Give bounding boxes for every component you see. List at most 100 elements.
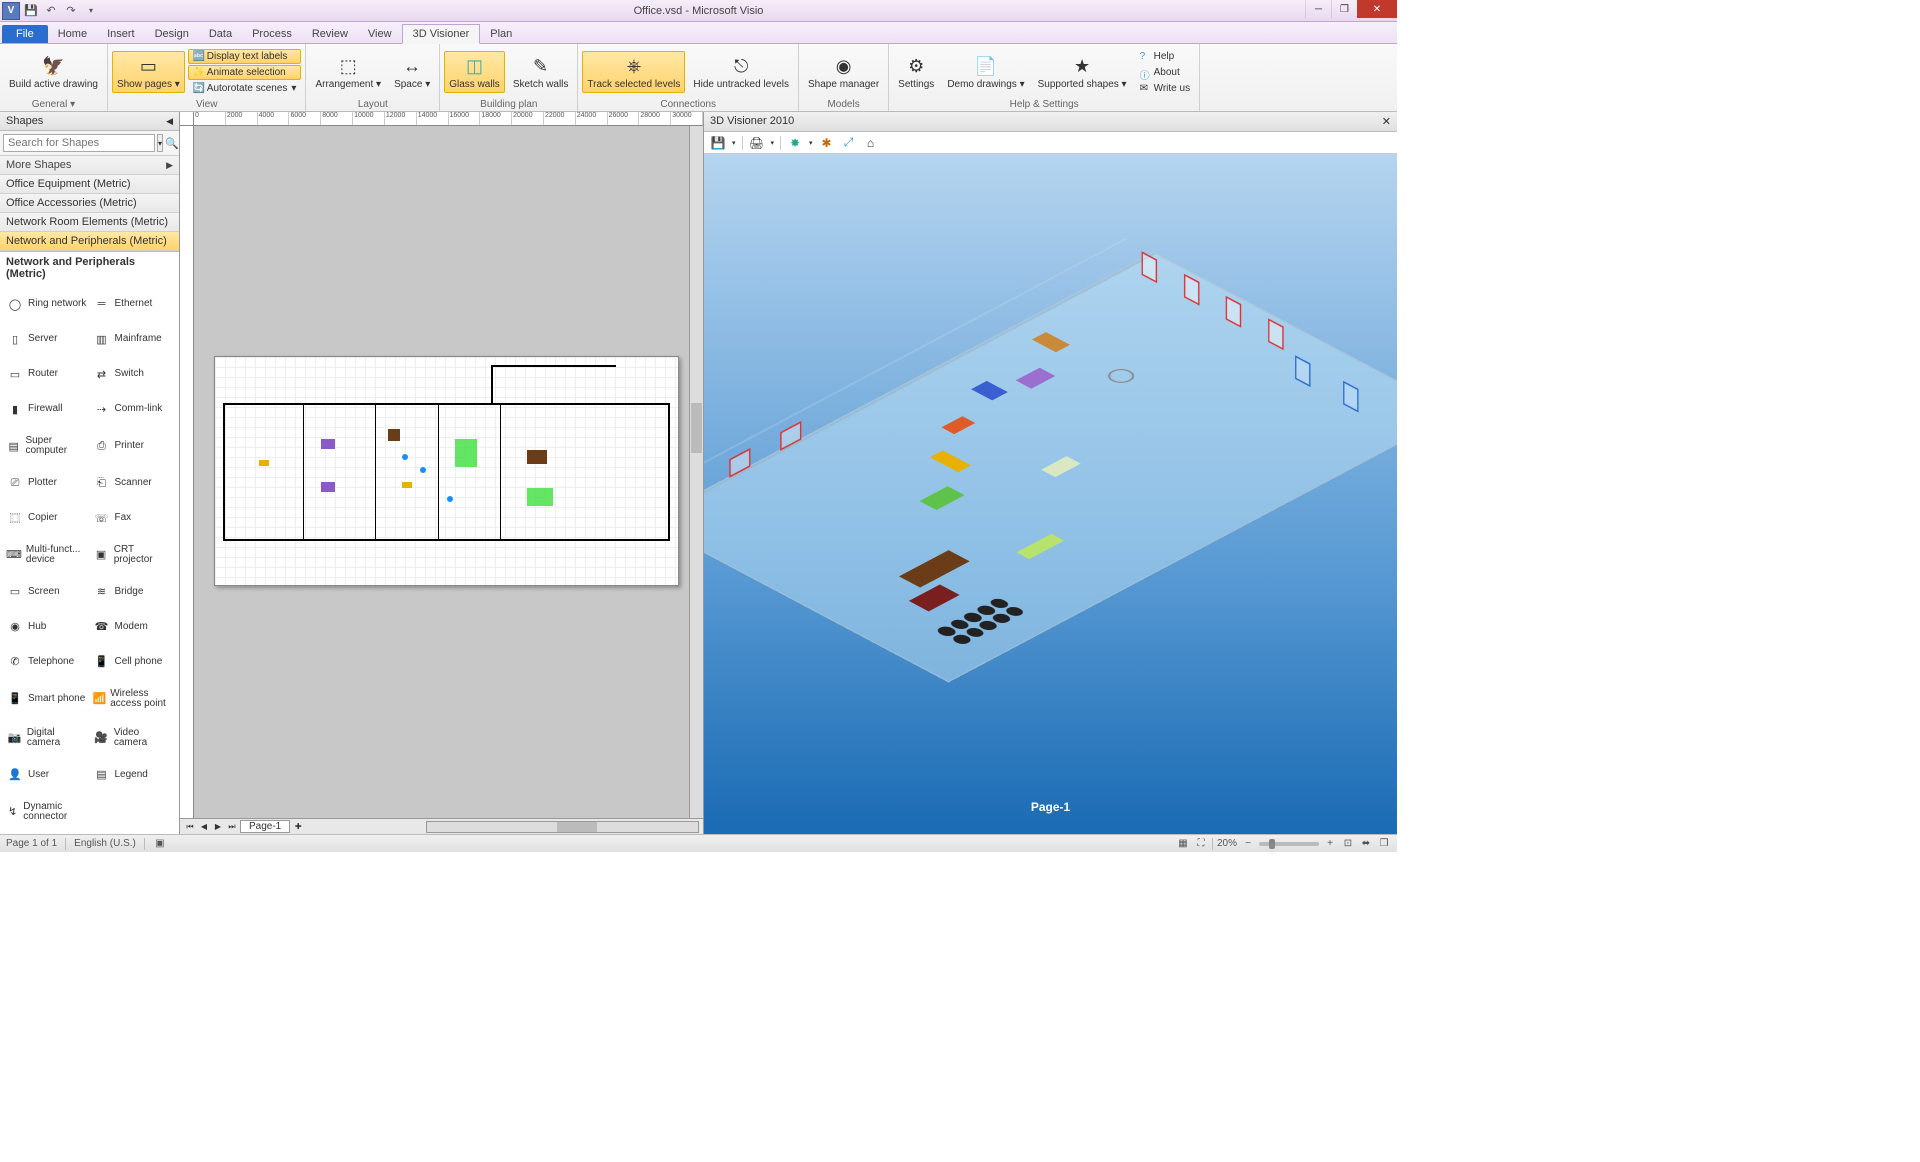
shape-plt[interactable]: ⎚Plotter xyxy=(4,467,89,500)
stencil-network-room[interactable]: Network Room Elements (Metric) xyxy=(0,213,179,232)
display-text-labels-button[interactable]: 🔤Display text labels xyxy=(188,49,302,64)
shape-fw[interactable]: ▮Firewall xyxy=(4,393,89,426)
sketch-walls-button[interactable]: ✎Sketch walls xyxy=(508,51,574,93)
shape-crt[interactable]: ▣CRT projector xyxy=(91,537,176,574)
tab-design[interactable]: Design xyxy=(145,25,199,43)
shape-rtr[interactable]: ▭Router xyxy=(4,358,89,391)
shape-mfd[interactable]: ⌨Multi-funct... device xyxy=(4,537,89,574)
horizontal-scrollbar[interactable] xyxy=(426,821,699,833)
shape-manager-button[interactable]: ◉Shape manager xyxy=(803,51,884,93)
stencil-network-peripherals[interactable]: Network and Peripherals (Metric) xyxy=(0,232,179,251)
shape-mdm[interactable]: ☎Modem xyxy=(91,610,176,643)
search-go-icon[interactable]: 🔍 xyxy=(165,134,179,152)
shape-sp[interactable]: 📱Smart phone xyxy=(4,680,89,717)
qat-dropdown-icon[interactable]: ▾ xyxy=(82,2,100,20)
animate-selection-button[interactable]: ✨Animate selection xyxy=(188,65,302,80)
save-icon[interactable]: 💾 xyxy=(22,2,40,20)
minimize-button[interactable]: ─ xyxy=(1305,0,1331,18)
space-button[interactable]: ↔Space ▾ xyxy=(389,51,435,93)
visio-app-icon[interactable]: V xyxy=(2,2,20,20)
drawing-page[interactable] xyxy=(214,356,679,586)
track-selected-levels-button[interactable]: ⎈Track selected levels xyxy=(582,51,685,93)
3d-viewport[interactable]: Page-1 xyxy=(704,154,1397,834)
page-tab-1[interactable]: Page-1 xyxy=(240,820,290,833)
shape-fx[interactable]: ☏Fax xyxy=(91,502,176,535)
next-page-icon[interactable]: ▶ xyxy=(212,821,224,833)
demo-drawings-button[interactable]: 📄Demo drawings ▾ xyxy=(942,51,1029,93)
file-tab[interactable]: File xyxy=(2,25,48,43)
fit-page-icon[interactable]: ⊡ xyxy=(1341,837,1355,851)
prev-page-icon[interactable]: ◀ xyxy=(198,821,210,833)
tab-3d-visioner[interactable]: 3D Visioner xyxy=(402,24,481,44)
search-dropdown-icon[interactable]: ▾ xyxy=(157,134,163,152)
shape-eth[interactable]: ═Ethernet xyxy=(91,288,176,321)
about-button[interactable]: ⓘAbout xyxy=(1135,65,1196,80)
hide-untracked-levels-button[interactable]: ⎋Hide untracked levels xyxy=(688,51,794,93)
tab-data[interactable]: Data xyxy=(199,25,242,43)
tab-home[interactable]: Home xyxy=(48,25,97,43)
shapes-search-input[interactable] xyxy=(3,134,155,152)
tab-view[interactable]: View xyxy=(358,25,402,43)
shape-usr[interactable]: 👤User xyxy=(4,758,89,791)
redo-icon[interactable]: ↷ xyxy=(62,2,80,20)
show-pages-button[interactable]: ▭ Show pages ▾ xyxy=(112,51,185,93)
write-us-button[interactable]: ✉Write us xyxy=(1135,81,1196,96)
close-button[interactable]: ✕ xyxy=(1357,0,1397,18)
undo-icon[interactable]: ↶ xyxy=(42,2,60,20)
shape-cell[interactable]: 📱Cell phone xyxy=(91,645,176,678)
collapse-pane-icon[interactable]: ◀ xyxy=(166,116,173,127)
shape-cp[interactable]: ⿴Copier xyxy=(4,502,89,535)
shape-wap[interactable]: 📶Wireless access point xyxy=(91,680,176,717)
shape-prt[interactable]: ⎙Printer xyxy=(91,428,176,465)
shape-sc[interactable]: ▤Super computer xyxy=(4,428,89,465)
shape-scr[interactable]: ▭Screen xyxy=(4,575,89,608)
supported-shapes-button[interactable]: ★Supported shapes ▾ xyxy=(1033,51,1132,93)
tab-plan[interactable]: Plan xyxy=(480,25,522,43)
shape-dc[interactable]: 📷Digital camera xyxy=(4,719,89,756)
shape-sw[interactable]: ⇄Switch xyxy=(91,358,176,391)
zoom-in-icon[interactable]: + xyxy=(1323,837,1337,851)
shape-srv[interactable]: ▯Server xyxy=(4,323,89,356)
autorotate-scenes-button[interactable]: 🔄Autorotate scenes ▾ xyxy=(188,81,302,96)
restore-button[interactable]: ❐ xyxy=(1331,0,1357,18)
viewer-center-icon[interactable]: ✸ xyxy=(787,135,803,151)
shape-br[interactable]: ≋Bridge xyxy=(91,575,176,608)
first-page-icon[interactable]: ⏮ xyxy=(184,821,196,833)
viewer-fit-icon[interactable]: ⤢ xyxy=(841,135,857,151)
switch-window-icon[interactable]: ❐ xyxy=(1377,837,1391,851)
viewer-print-icon[interactable]: 🖨 xyxy=(749,135,765,151)
zoom-level[interactable]: 20% xyxy=(1217,838,1237,849)
tab-review[interactable]: Review xyxy=(302,25,358,43)
presentation-mode-icon[interactable]: ▦ xyxy=(1176,837,1190,851)
add-page-icon[interactable]: ✚ xyxy=(292,821,304,833)
viewer-close-icon[interactable]: ✕ xyxy=(1382,115,1391,128)
zoom-slider[interactable] xyxy=(1259,842,1319,846)
viewer-save-icon[interactable]: 💾 xyxy=(710,135,726,151)
stencil-office-equipment[interactable]: Office Equipment (Metric) xyxy=(0,175,179,194)
macro-record-icon[interactable]: ▣ xyxy=(153,837,167,851)
shape-scn[interactable]: ⎗Scanner xyxy=(91,467,176,500)
shape-hub[interactable]: ◉Hub xyxy=(4,610,89,643)
build-active-drawing-button[interactable]: 🦅 Build active drawing xyxy=(4,51,103,93)
drawing-canvas[interactable] xyxy=(194,126,703,818)
full-screen-icon[interactable]: ⛶ xyxy=(1194,837,1208,851)
tab-process[interactable]: Process xyxy=(242,25,302,43)
settings-button[interactable]: ⚙Settings xyxy=(893,51,939,93)
viewer-home-icon[interactable]: ⌂ xyxy=(863,135,879,151)
shape-tel[interactable]: ✆Telephone xyxy=(4,645,89,678)
more-shapes-button[interactable]: More Shapes▶ xyxy=(0,156,179,175)
shape-cl[interactable]: ⇢Comm-link xyxy=(91,393,176,426)
last-page-icon[interactable]: ⏭ xyxy=(226,821,238,833)
language-indicator[interactable]: English (U.S.) xyxy=(74,838,136,849)
vertical-scrollbar[interactable] xyxy=(689,126,703,818)
tab-insert[interactable]: Insert xyxy=(97,25,145,43)
glass-walls-button[interactable]: ◫Glass walls xyxy=(444,51,505,93)
shape-mf[interactable]: ▥Mainframe xyxy=(91,323,176,356)
shape-vc[interactable]: 🎥Video camera xyxy=(91,719,176,756)
zoom-out-icon[interactable]: − xyxy=(1241,837,1255,851)
arrangement-button[interactable]: ⬚Arrangement ▾ xyxy=(310,51,386,93)
help-button[interactable]: ?Help xyxy=(1135,49,1196,64)
viewer-focus-icon[interactable]: ✱ xyxy=(819,135,835,151)
shape-lgd[interactable]: ▤Legend xyxy=(91,758,176,791)
fit-width-icon[interactable]: ⬌ xyxy=(1359,837,1373,851)
